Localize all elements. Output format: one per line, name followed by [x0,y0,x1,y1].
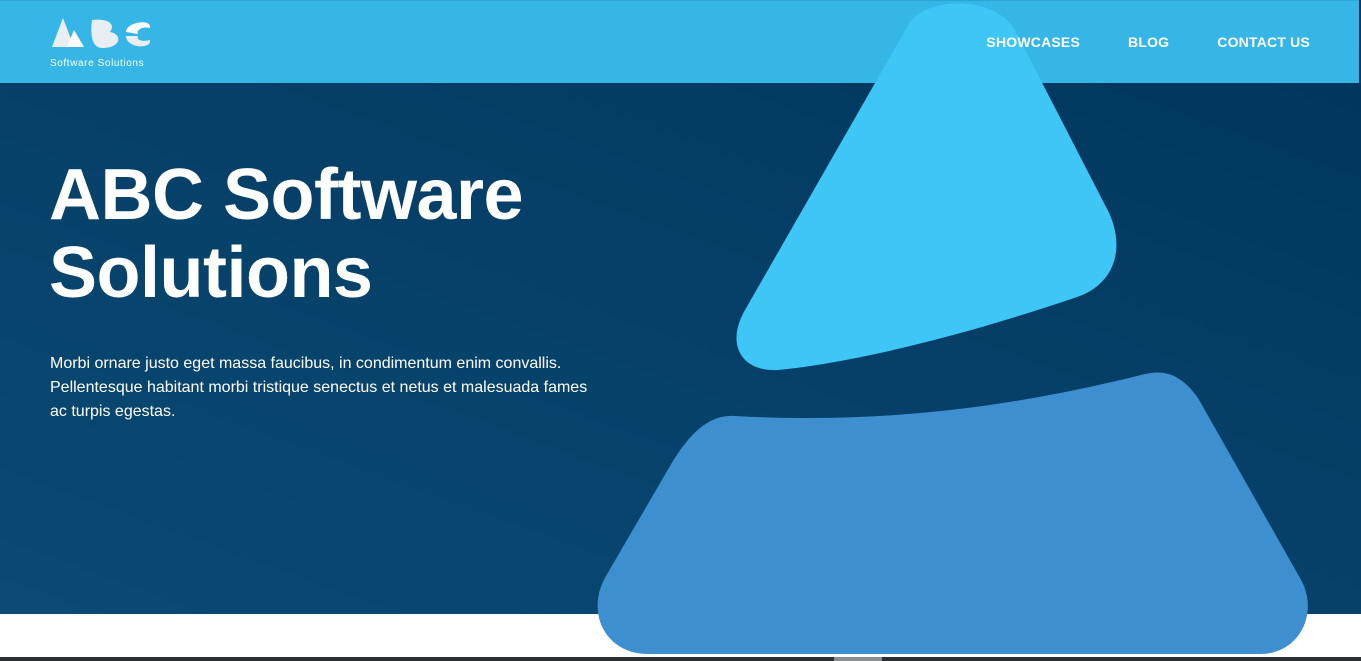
hero-description: Morbi ornare justo eget massa faucibus, … [50,355,588,420]
brand-logo[interactable]: Software Solutions [50,16,152,72]
main-nav: SHOWCASES BLOG CONTACT US [986,34,1310,50]
abc-logo-mark [52,18,151,49]
nav-link-blog[interactable]: BLOG [1128,34,1169,50]
logo-tagline: Software Solutions [50,58,145,69]
bottom-scrollbar-thumb[interactable] [834,657,882,661]
nav-link-contact-us[interactable]: CONTACT US [1217,34,1310,50]
nav-link-showcases[interactable]: SHOWCASES [986,34,1080,50]
bottom-scrollbar[interactable] [0,657,1361,661]
hero-title: ABC Software Solutions [49,155,524,313]
landing-page: Software Solutions SHOWCASES BLOG CONTAC… [0,0,1361,661]
